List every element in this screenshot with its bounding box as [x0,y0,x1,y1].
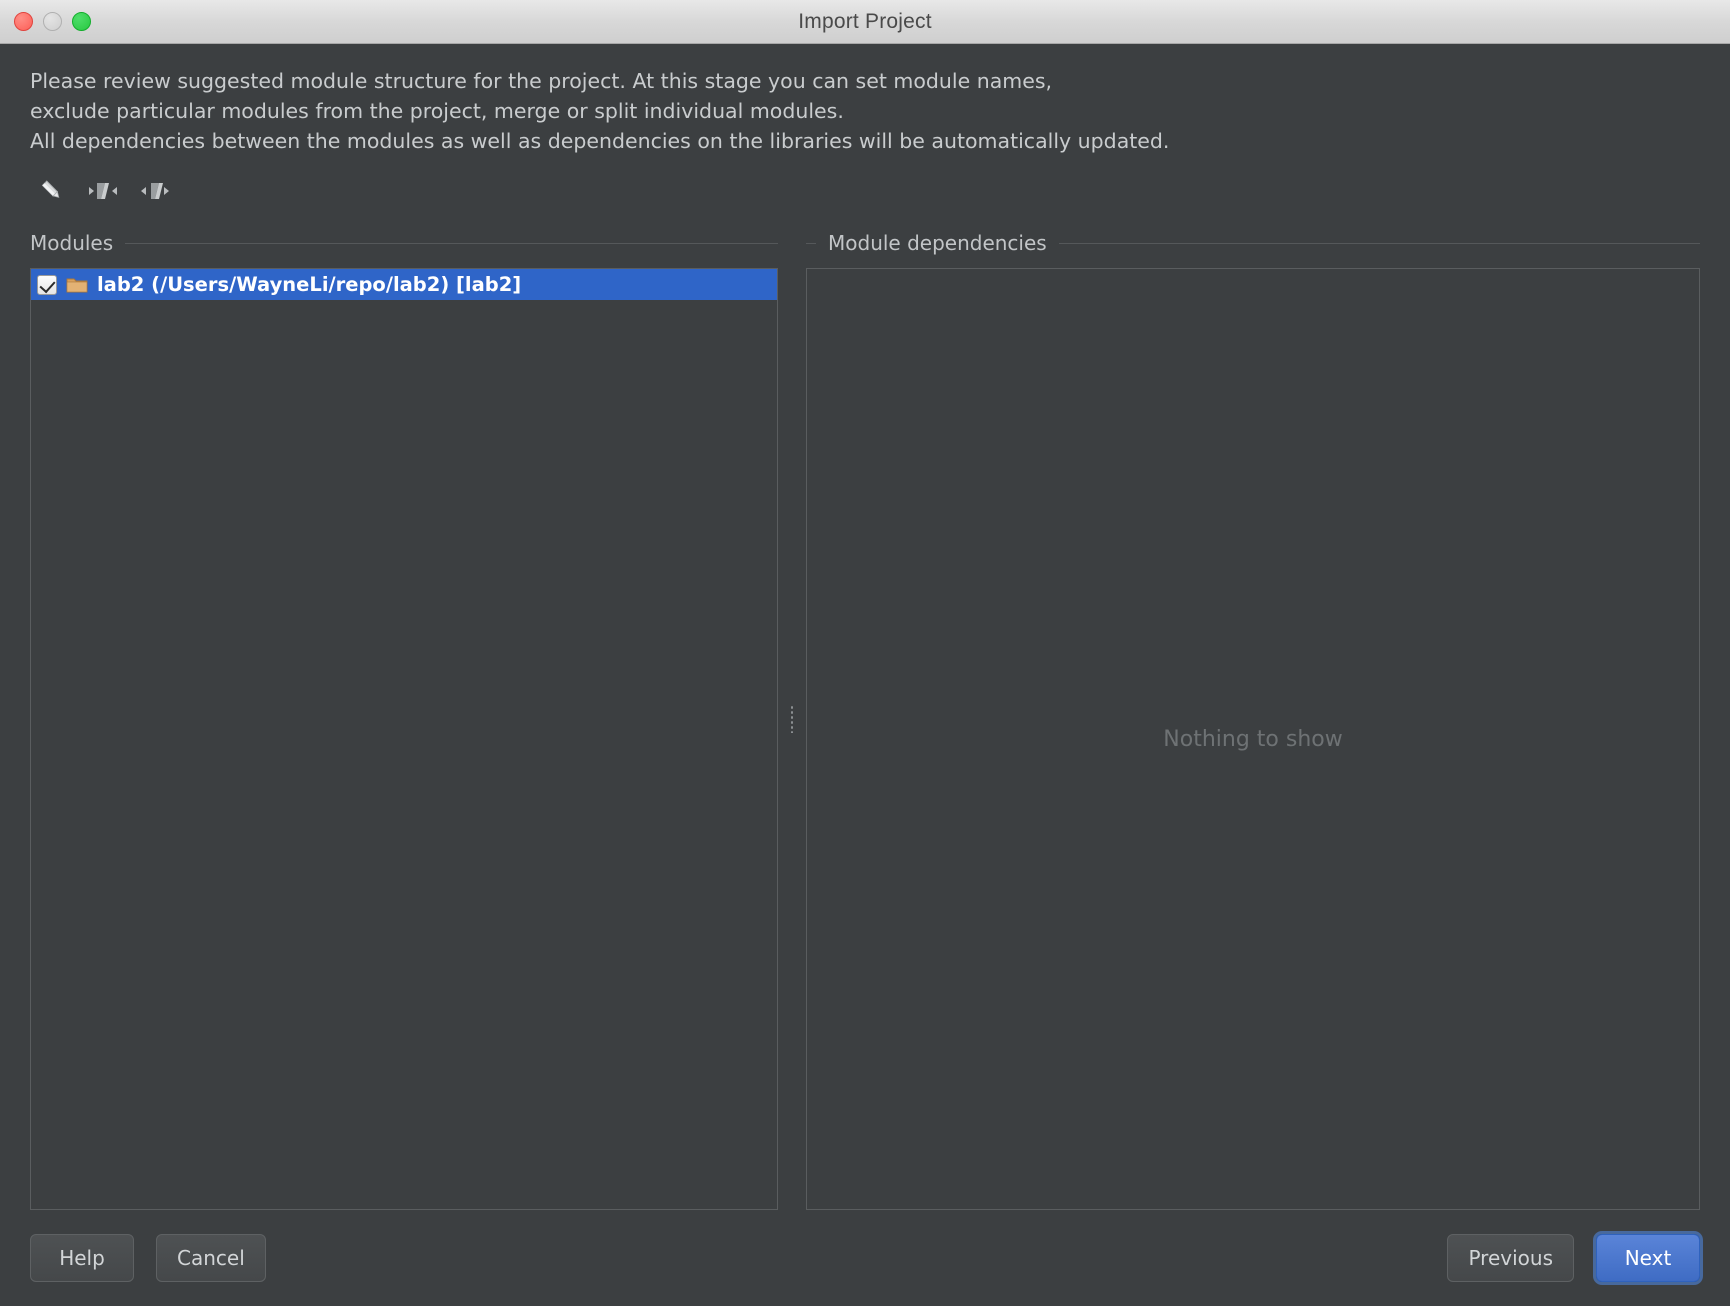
modules-list[interactable]: lab2 (/Users/WayneLi/repo/lab2) [lab2] [30,268,778,1210]
description-line-1: Please review suggested module structure… [30,69,1053,93]
module-include-checkbox[interactable] [37,274,57,295]
cancel-button[interactable]: Cancel [156,1234,266,1282]
modules-separator [125,242,778,244]
rename-module-button[interactable] [34,178,68,208]
next-button[interactable]: Next [1596,1234,1700,1282]
import-project-dialog: Import Project Please review suggested m… [0,0,1730,1306]
pane-splitter[interactable] [778,228,806,1210]
dependencies-empty-message: Nothing to show [1163,726,1343,752]
description-line-2: exclude particular modules from the proj… [30,99,844,123]
panes-container: Modules lab2 (/Users/WayneLi/repo/lab2) … [30,228,1700,1210]
edit-icon [38,178,64,208]
dialog-content: Please review suggested module structure… [0,44,1730,1210]
module-toolbar [30,176,1700,210]
merge-modules-icon [88,178,118,208]
modules-section-header: Modules [30,228,778,258]
description-line-3: All dependencies between the modules as … [30,129,1170,153]
dependencies-separator-left [806,242,816,244]
help-button[interactable]: Help [30,1234,134,1282]
description-text: Please review suggested module structure… [30,66,1700,156]
modules-pane: Modules lab2 (/Users/WayneLi/repo/lab2) … [30,228,778,1210]
dependencies-pane: Module dependencies Nothing to show [806,228,1700,1210]
title-bar: Import Project [0,0,1730,44]
footer-right-buttons: Previous Next [1447,1234,1700,1282]
split-module-icon [140,178,170,208]
dependencies-list[interactable]: Nothing to show [806,268,1700,1210]
modules-title: Modules [30,231,114,255]
module-name-label: lab2 (/Users/WayneLi/repo/lab2) [lab2] [97,273,522,296]
folder-icon [66,276,88,294]
footer-left-buttons: Help Cancel [30,1234,266,1282]
dependencies-section-header: Module dependencies [806,228,1700,258]
split-module-button[interactable] [138,178,172,208]
merge-modules-button[interactable] [86,178,120,208]
window-title: Import Project [798,9,932,33]
previous-button[interactable]: Previous [1447,1234,1574,1282]
dialog-footer: Help Cancel Previous Next [0,1210,1730,1306]
dependencies-separator-right [1058,242,1700,244]
splitter-grip-icon[interactable] [790,705,794,733]
module-list-item[interactable]: lab2 (/Users/WayneLi/repo/lab2) [lab2] [31,269,777,300]
dependencies-title: Module dependencies [828,231,1047,255]
